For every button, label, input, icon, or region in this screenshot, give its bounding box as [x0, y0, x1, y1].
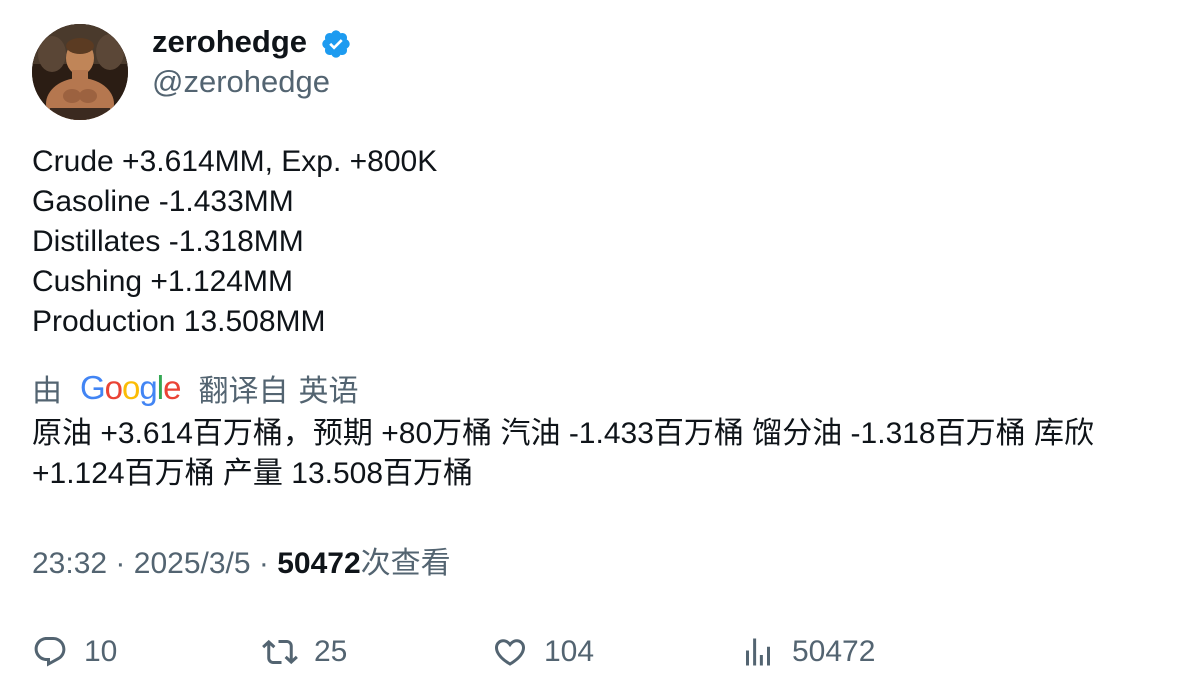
retweet-count: 25	[314, 635, 348, 668]
bar-chart-icon	[740, 634, 776, 670]
translation-attribution: 由 Google 翻译自 英语	[32, 366, 358, 410]
like-count: 104	[544, 635, 595, 668]
avatar-image	[32, 24, 128, 120]
translation-source-language: 英语	[298, 375, 359, 408]
views-count: 50472	[277, 547, 361, 580]
reply-button[interactable]: 10	[32, 630, 117, 674]
retweet-button[interactable]: 25	[262, 630, 347, 674]
reply-count: 10	[84, 635, 118, 668]
tweet-line: Gasoline -1.433MM	[32, 185, 294, 218]
author-handle[interactable]: @zerohedge	[152, 62, 330, 102]
meta-separator: ·	[258, 547, 269, 580]
like-button[interactable]: 104	[492, 630, 594, 674]
translation-from-label: 翻译自	[198, 375, 289, 408]
retweet-arrows-icon	[262, 634, 298, 670]
tweet-line: Crude +3.614MM, Exp. +800K	[32, 145, 438, 178]
tweet-text: Crude +3.614MM, Exp. +800K Gasoline -1.4…	[32, 142, 437, 342]
views-action-count: 50472	[792, 635, 876, 668]
views-label: 次查看	[360, 547, 451, 580]
speech-bubble-icon	[32, 634, 68, 670]
author-display-name[interactable]: zerohedge	[152, 22, 307, 62]
avatar[interactable]	[32, 24, 128, 120]
tweet-line: Distillates -1.318MM	[32, 225, 304, 258]
tweet-line: Cushing +1.124MM	[32, 265, 293, 298]
tweet-time[interactable]: 23:32	[32, 547, 107, 580]
tweet: zerohedge @zerohedge Crude +3.614MM, Exp…	[0, 0, 1196, 698]
meta-separator: ·	[115, 547, 126, 580]
translated-text: 原油 +3.614百万桶，预期 +80万桶 汽油 -1.433百万桶 馏分油 -…	[32, 417, 1094, 490]
views-button[interactable]: 50472	[740, 630, 875, 674]
tweet-meta: 23:32 · 2025/3/5 · 50472次查看	[32, 542, 451, 586]
translation-by-label: 由	[32, 375, 62, 408]
tweet-date[interactable]: 2025/3/5	[134, 547, 251, 580]
tweet-line: Production 13.508MM	[32, 305, 326, 338]
verified-badge-icon	[320, 28, 352, 60]
heart-icon	[492, 634, 528, 670]
google-logo: Google	[80, 369, 181, 406]
